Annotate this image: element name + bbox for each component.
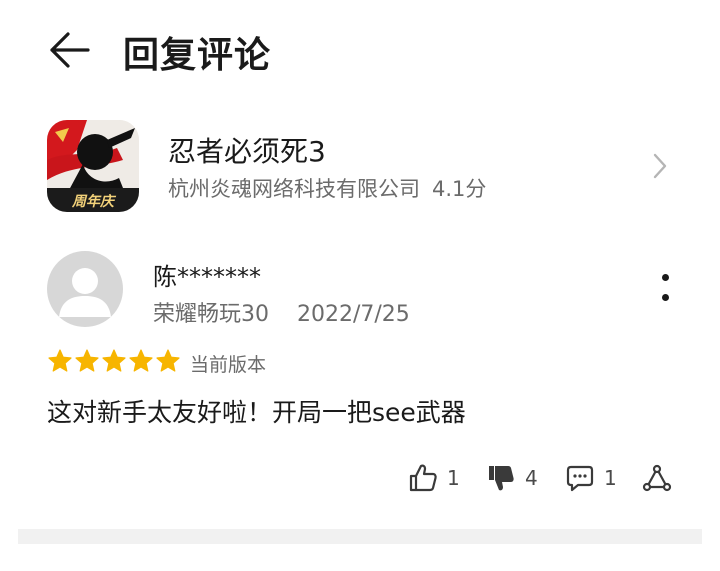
reviewer-name: 陈******* [153,263,261,291]
share-icon [642,464,672,492]
anniversary-badge: 周年庆 [71,193,117,210]
dislike-count: 4 [525,466,538,490]
comment-count: 1 [604,466,617,490]
like-button[interactable]: 1 [408,462,460,494]
page-title: 回复评论 [123,35,272,76]
back-arrow-icon [50,32,90,68]
star-icon [48,349,72,372]
comment-icon [566,465,594,492]
review-text: 这对新手太友好啦！开局一把see武器 [47,398,466,427]
reviewer-meta: 荣耀畅玩30 2022/7/25 [153,296,410,328]
share-button[interactable] [642,462,672,494]
star-icon [156,349,180,372]
comment-button[interactable]: 1 [565,462,617,494]
review-date: 2022/7/25 [297,302,410,327]
thumbs-up-icon [409,464,437,492]
dislike-button[interactable]: 4 [486,462,538,494]
svg-text:周年庆: 周年庆 [71,193,117,210]
back-button[interactable] [46,28,92,72]
star-icon [102,349,126,372]
bottom-divider [18,529,702,544]
avatar[interactable] [47,251,123,327]
like-count: 1 [447,466,460,490]
reply-comment-page: 回复评论 周年庆 忍者必须死3 杭州炎魂网络科技有限公司 4.1分 陈*****… [0,0,720,571]
thumbs-down-icon [489,466,514,491]
app-developer: 杭州炎魂网络科技有限公司 [168,177,420,201]
default-avatar-icon [59,268,111,317]
app-meta: 杭州炎魂网络科技有限公司 4.1分 [168,173,486,203]
star-icon [129,349,153,372]
app-info-row[interactable]: 周年庆 忍者必须死3 杭州炎魂网络科技有限公司 4.1分 [0,110,720,220]
app-name: 忍者必须死3 [168,135,326,168]
star-icon [75,349,99,372]
app-icon: 周年庆 [47,120,139,212]
app-rating: 4.1分 [432,177,487,201]
version-label: 当前版本 [190,354,267,376]
star-rating [47,348,181,374]
chevron-right-icon [653,153,667,179]
reviewer-device: 荣耀畅玩30 [153,302,269,327]
more-options-button[interactable] [650,268,680,312]
